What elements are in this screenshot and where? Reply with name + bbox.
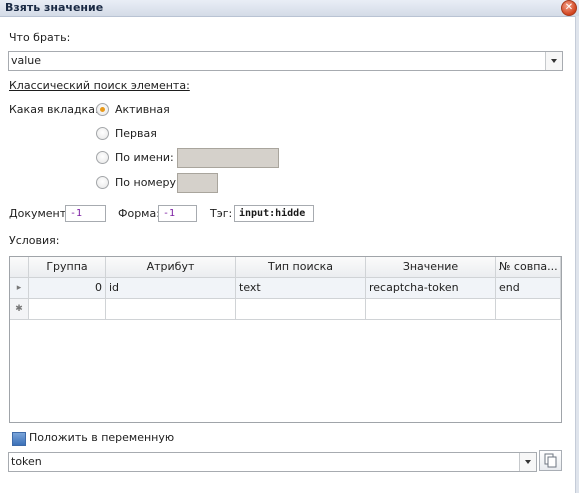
cell-search-type[interactable]: text: [236, 278, 366, 299]
cell-value[interactable]: [366, 299, 496, 320]
what-to-take-label: Что брать:: [9, 31, 71, 44]
classic-search-title: Классический поиск элемента:: [9, 79, 190, 92]
title-bar[interactable]: Взять значение ✕: [0, 0, 579, 17]
cell-match-no[interactable]: end: [496, 278, 561, 299]
grid-header-row: Группа Атрибут Тип поиска Значение № сов…: [10, 257, 561, 278]
window-title: Взять значение: [5, 1, 104, 14]
form-field[interactable]: -1: [158, 205, 197, 222]
cell-attribute[interactable]: [106, 299, 236, 320]
tab-number-field: [177, 173, 218, 193]
cell-attribute[interactable]: id: [106, 278, 236, 299]
column-header-value[interactable]: Значение: [366, 257, 496, 278]
tag-label: Тэг:: [210, 207, 233, 220]
variable-combo[interactable]: token: [8, 452, 537, 472]
close-icon: ✕: [564, 2, 574, 13]
header-corner: [10, 257, 29, 278]
what-to-take-combo[interactable]: value: [8, 51, 563, 71]
column-header-attribute[interactable]: Атрибут: [106, 257, 236, 278]
new-row-icon[interactable]: ✱: [10, 299, 29, 320]
tab-selection-label: Какая вкладка:: [9, 103, 99, 116]
radio-by-number-label: По номеру:: [115, 176, 180, 189]
radio-active-tab[interactable]: [96, 103, 109, 116]
table-row[interactable]: ▸ 0 id text recaptcha-token end: [10, 278, 561, 299]
radio-by-number[interactable]: [96, 176, 109, 189]
variable-checkbox-icon[interactable]: [12, 432, 26, 446]
radio-first-tab[interactable]: [96, 127, 109, 140]
variable-value: token: [11, 455, 42, 468]
document-label: Документ:: [9, 207, 70, 220]
cell-group[interactable]: [29, 299, 106, 320]
dialog-window: Взять значение ✕ Что брать: value Класси…: [0, 0, 579, 493]
save-to-variable-label: Положить в переменную: [29, 431, 175, 444]
cell-value[interactable]: recaptcha-token: [366, 278, 496, 299]
chevron-down-icon[interactable]: [545, 52, 562, 70]
what-to-take-value: value: [11, 54, 42, 67]
copy-icon: [544, 453, 557, 468]
radio-by-name[interactable]: [96, 151, 109, 164]
form-label: Форма:: [118, 207, 160, 220]
radio-by-name-label: По имени:: [115, 151, 174, 164]
copy-button[interactable]: [539, 450, 562, 471]
column-header-match-no[interactable]: № совпа...: [496, 257, 561, 278]
cell-search-type[interactable]: [236, 299, 366, 320]
new-row[interactable]: ✱: [10, 299, 561, 320]
cell-match-no[interactable]: [496, 299, 561, 320]
cell-group[interactable]: 0: [29, 278, 106, 299]
tag-field[interactable]: input:hidde: [234, 205, 314, 222]
window-edge: [575, 16, 579, 493]
document-field[interactable]: -1: [65, 205, 106, 222]
conditions-grid[interactable]: Группа Атрибут Тип поиска Значение № сов…: [9, 256, 562, 423]
tab-name-field: [177, 148, 279, 168]
close-button[interactable]: ✕: [561, 0, 577, 16]
column-header-search-type[interactable]: Тип поиска: [236, 257, 366, 278]
row-selector-icon[interactable]: ▸: [10, 278, 29, 299]
radio-active-tab-label: Активная: [115, 103, 170, 116]
chevron-down-icon[interactable]: [519, 453, 536, 471]
radio-first-tab-label: Первая: [115, 127, 157, 140]
column-header-group[interactable]: Группа: [29, 257, 106, 278]
conditions-label: Условия:: [9, 234, 60, 247]
